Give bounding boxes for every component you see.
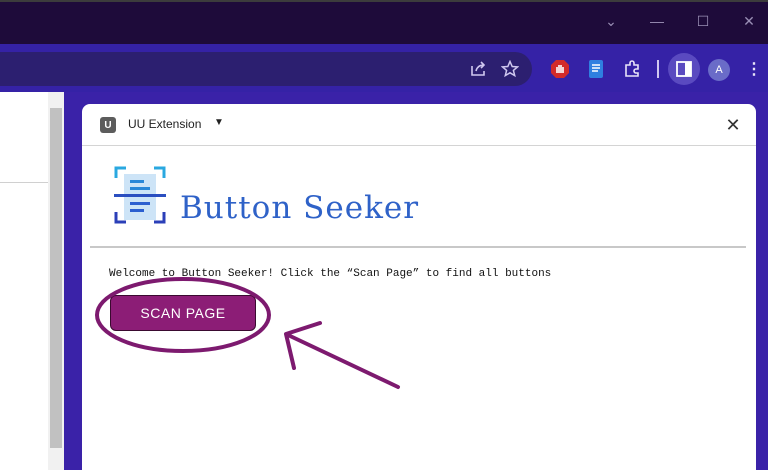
- maximize-icon[interactable]: ☐: [692, 10, 714, 32]
- avatar[interactable]: A: [708, 59, 730, 81]
- tab-search-chevron-icon[interactable]: ⌄: [600, 10, 622, 32]
- close-window-icon[interactable]: ✕: [738, 10, 760, 32]
- page-divider: [0, 182, 48, 183]
- caret-down-icon[interactable]: ▼: [214, 117, 224, 128]
- sidepanel-icon[interactable]: [668, 53, 700, 85]
- address-bar[interactable]: [0, 52, 532, 86]
- puzzle-icon[interactable]: [620, 57, 644, 81]
- toolbar-separator: [657, 60, 659, 78]
- extension-side-panel: U UU Extension ▼ ✕ Button Seeker Welcome…: [82, 104, 756, 470]
- scan-page-button[interactable]: SCAN PAGE: [110, 295, 256, 331]
- share-icon[interactable]: [466, 57, 490, 81]
- panel-header: U UU Extension ▼ ✕: [82, 104, 756, 146]
- minimize-icon[interactable]: —: [646, 10, 668, 32]
- scrollbar-thumb[interactable]: [50, 108, 62, 448]
- more-menu-icon[interactable]: ⋮: [742, 57, 766, 81]
- header-divider: [90, 246, 746, 248]
- app-title: Button Seeker: [180, 190, 420, 226]
- extension-badge-icon: U: [100, 117, 116, 133]
- browser-title-bar: ⌄ — ☐ ✕: [0, 0, 768, 44]
- document-extension-icon[interactable]: [584, 57, 608, 81]
- adblock-icon[interactable]: [548, 57, 572, 81]
- welcome-text: Welcome to Button Seeker! Click the “Sca…: [109, 268, 552, 280]
- scan-logo-icon: [114, 166, 166, 224]
- extension-name[interactable]: UU Extension: [128, 117, 201, 131]
- star-icon[interactable]: [498, 57, 522, 81]
- close-panel-button[interactable]: ✕: [722, 114, 744, 136]
